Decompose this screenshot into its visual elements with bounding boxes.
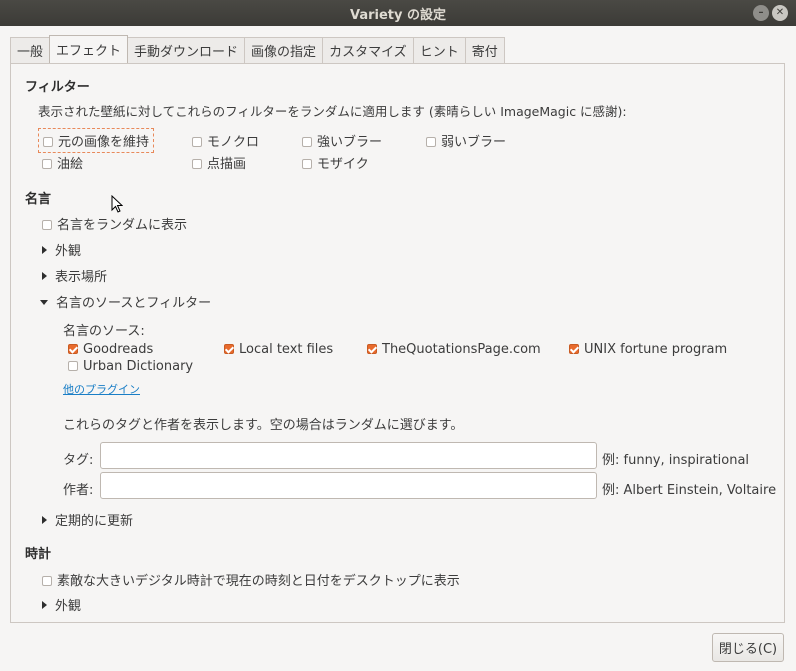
filter-keep-original[interactable]: 元の画像を維持 — [38, 128, 155, 153]
source-label: TheQuotationsPage.com — [382, 342, 541, 357]
tag-label: タグ: — [63, 453, 94, 468]
checkbox-icon[interactable] — [302, 158, 312, 169]
mouse-pointer-icon — [111, 195, 123, 213]
filter-heavy-blur[interactable]: 強いブラー — [302, 131, 382, 150]
tag-input[interactable] — [100, 442, 597, 469]
checkbox-icon[interactable] — [68, 360, 78, 371]
minimize-icon[interactable]: – — [753, 5, 769, 21]
clock-appearance-expander[interactable]: 外観 — [42, 595, 81, 614]
filter-label: 元の画像を維持 — [58, 135, 150, 150]
filters-description: 表示された壁紙に対してこれらのフィルターをランダムに適用します (素晴らしい I… — [38, 104, 627, 119]
source-label: Goodreads — [83, 342, 154, 357]
filter-label: 弱いブラー — [441, 135, 507, 150]
filter-mosaic[interactable]: モザイク — [302, 153, 369, 172]
checkbox-icon[interactable] — [42, 158, 52, 169]
tab-general[interactable]: 一般 — [10, 37, 51, 63]
checkbox-icon[interactable] — [302, 136, 312, 147]
source-goodreads[interactable]: Goodreads — [68, 342, 153, 357]
checkbox-icon[interactable] — [42, 219, 52, 230]
tab-customize[interactable]: カスタマイズ — [322, 37, 414, 63]
checkbox-icon[interactable] — [367, 343, 377, 354]
tab-bar: 一般 エフェクト 手動ダウンロード 画像の指定 カスタマイズ ヒント 寄付 — [10, 35, 505, 63]
clock-show-label: 素敵な大きいデジタル時計で現在の時刻と日付をデスクトップに表示 — [57, 574, 460, 589]
checkbox-icon[interactable] — [68, 343, 78, 354]
title-bar: Variety の設定 – ✕ — [0, 0, 796, 26]
source-unix-fortune[interactable]: UNIX fortune program — [569, 342, 727, 357]
tab-manual-download[interactable]: 手動ダウンロード — [127, 37, 246, 63]
source-label: UNIX fortune program — [584, 342, 728, 357]
checkbox-icon[interactable] — [569, 343, 579, 354]
tags-note: これらのタグと作者を表示します。空の場合はランダムに選びます。 — [63, 418, 464, 433]
quotes-sources-title: 名言のソース: — [63, 324, 145, 339]
clock-title: 時計 — [25, 547, 52, 562]
quotes-refresh-expander[interactable]: 定期的に更新 — [42, 510, 133, 529]
filter-label: モザイク — [317, 157, 369, 172]
checkbox-icon[interactable] — [224, 343, 234, 354]
close-button[interactable]: 閉じる(C) — [712, 633, 784, 662]
filter-oil-painting[interactable]: 油絵 — [42, 153, 83, 172]
quotes-appearance-expander[interactable]: 外観 — [42, 240, 81, 259]
quotes-sources-expander[interactable]: 名言のソースとフィルター — [40, 292, 211, 311]
clock-show-checkbox[interactable]: 素敵な大きいデジタル時計で現在の時刻と日付をデスクトップに表示 — [42, 570, 460, 589]
quotes-random-label: 名言をランダムに表示 — [57, 218, 188, 233]
filter-soft-blur[interactable]: 弱いブラー — [426, 131, 506, 150]
filter-label: モノクロ — [207, 135, 260, 150]
checkbox-icon[interactable] — [426, 136, 436, 147]
source-quotationspage[interactable]: TheQuotationsPage.com — [367, 342, 541, 357]
filter-label: 強いブラー — [317, 135, 383, 150]
source-label: Local text files — [239, 342, 334, 357]
tab-image-sources[interactable]: 画像の指定 — [244, 37, 324, 63]
author-label: 作者: — [63, 483, 94, 498]
close-icon[interactable]: ✕ — [772, 5, 788, 21]
author-example: 例: Albert Einstein, Voltaire — [602, 483, 777, 498]
filter-label: 油絵 — [57, 157, 84, 172]
quotes-location-expander[interactable]: 表示場所 — [42, 266, 107, 285]
window-title: Variety の設定 — [349, 7, 447, 23]
checkbox-icon[interactable] — [42, 575, 52, 586]
source-label: Urban Dictionary — [83, 359, 194, 374]
author-input[interactable] — [100, 472, 597, 499]
filter-monochrome[interactable]: モノクロ — [192, 131, 259, 150]
checkbox-icon[interactable] — [43, 136, 53, 147]
tag-example: 例: funny, inspirational — [602, 453, 750, 468]
effects-panel: フィルター 表示された壁紙に対してこれらのフィルターをランダムに適用します (素… — [10, 63, 785, 623]
checkbox-icon[interactable] — [192, 158, 202, 169]
window-controls: – ✕ — [753, 5, 788, 21]
filter-label: 点描画 — [207, 157, 247, 172]
filters-title: フィルター — [25, 80, 90, 95]
checkbox-icon[interactable] — [192, 136, 202, 147]
quotes-title: 名言 — [25, 192, 52, 207]
tab-tips[interactable]: ヒント — [412, 37, 466, 63]
quotes-random-checkbox[interactable]: 名言をランダムに表示 — [42, 214, 187, 233]
source-local-text-files[interactable]: Local text files — [224, 342, 333, 357]
tab-donate[interactable]: 寄付 — [464, 37, 505, 63]
source-urban-dictionary[interactable]: Urban Dictionary — [68, 359, 193, 374]
filter-pointillism[interactable]: 点描画 — [192, 153, 246, 172]
more-plugins-link[interactable]: 他のプラグイン — [63, 381, 140, 397]
tab-effects[interactable]: エフェクト — [49, 35, 129, 63]
